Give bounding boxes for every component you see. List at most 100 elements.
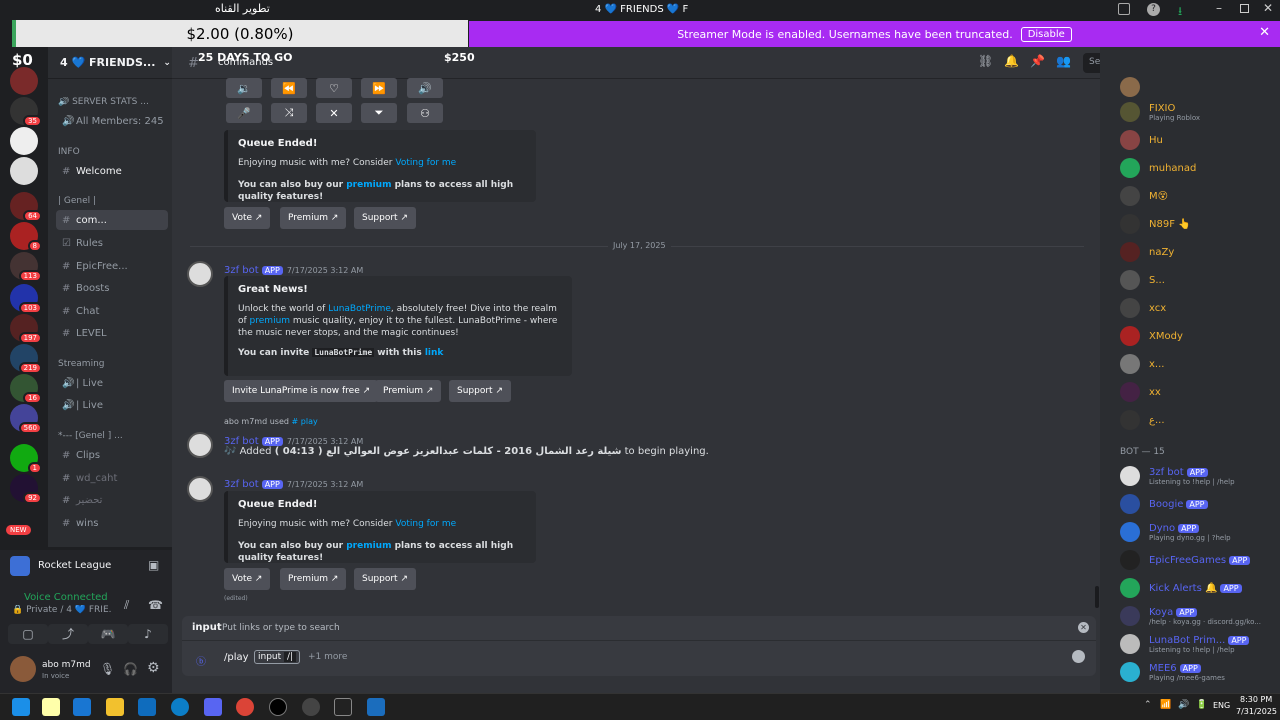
store-icon[interactable] (73, 698, 91, 716)
volume-down-button[interactable]: 🔉 (226, 78, 262, 98)
message-input[interactable]: input Put links or type to search ✕ ⓑ /p… (182, 616, 1096, 676)
support-button[interactable]: Support ↗ (354, 568, 416, 590)
vote-link[interactable]: Voting for me (395, 158, 456, 168)
shuffle-button[interactable]: ⤨ (271, 103, 307, 123)
soundboard-button[interactable]: ♪ (128, 624, 168, 644)
scrollbar[interactable] (1095, 586, 1099, 608)
bot-item[interactable]: EpicFreeGames APP (1120, 547, 1280, 573)
voice-channel-live[interactable]: 🔊 | Live (56, 373, 168, 393)
bot-item[interactable]: Kick Alerts 🔔 APP (1120, 575, 1280, 601)
member-item[interactable]: naZy (1120, 239, 1280, 265)
member-item[interactable]: xcx (1120, 295, 1280, 321)
server-icon[interactable]: 35 (10, 97, 42, 127)
reply-user[interactable]: abo m7md (224, 417, 267, 426)
channel-chat[interactable]: # Chat (56, 301, 168, 321)
member-item[interactable]: XModу (1120, 323, 1280, 349)
minimize-icon[interactable]: – (1216, 1, 1222, 15)
support-button[interactable]: Support ↗ (354, 207, 416, 229)
volume-up-button[interactable]: 🔊 (407, 78, 443, 98)
channel-commands[interactable]: # com... (56, 210, 168, 230)
activities-button[interactable]: 🎮 (88, 624, 128, 644)
command-mention[interactable]: # play (292, 417, 318, 426)
bot-item[interactable]: Koya APP/help · koya.gg · discord.gg/ko..… (1120, 603, 1280, 629)
channel-epicfree[interactable]: # EpicFree... (56, 256, 168, 276)
more-options[interactable]: +1 more (308, 652, 347, 662)
server-icon[interactable]: 16 (10, 374, 42, 404)
copilot-icon[interactable] (42, 698, 60, 716)
clock-time[interactable]: 8:30 PM (1240, 695, 1272, 704)
close-icon[interactable]: ✕ (1078, 622, 1089, 633)
server-icon[interactable]: 560 (10, 404, 42, 434)
filter-button[interactable]: ⏷ (361, 103, 397, 123)
member-item[interactable]: FIXIO Playing Roblox (1120, 99, 1280, 125)
bot-item[interactable]: Dyno APP Playing dyno.gg | ?help (1120, 519, 1280, 545)
member-item[interactable]: ع... (1120, 407, 1280, 433)
category-info[interactable]: INFO (58, 147, 162, 157)
vote-link[interactable]: Voting for me (395, 519, 456, 529)
windows-start-icon[interactable] (12, 698, 30, 716)
server-icon[interactable]: 8 (10, 222, 42, 252)
bot-item[interactable]: Boogie APP (1120, 491, 1280, 517)
channel-wins[interactable]: # wins (56, 513, 168, 533)
threads-icon[interactable]: ⛓ (978, 54, 993, 68)
channel-welcome[interactable]: # Welcome (56, 161, 168, 181)
bell-icon[interactable]: 🔔 (1004, 54, 1019, 68)
member-item[interactable]: xx (1120, 379, 1280, 405)
support-button[interactable]: Support ↗ (449, 380, 511, 402)
chrome-icon[interactable] (236, 698, 254, 716)
member-item[interactable]: muhanad (1120, 155, 1280, 181)
server-icon[interactable] (10, 157, 38, 185)
close-window-icon[interactable]: ✕ (1263, 1, 1273, 15)
channel-rules[interactable]: ☑ Rules (56, 233, 168, 253)
maximize-icon[interactable] (1240, 4, 1249, 13)
avatar[interactable] (1120, 77, 1140, 97)
close-banner-icon[interactable]: ✕ (1259, 25, 1270, 40)
invite-lunaprime-button[interactable]: Invite LunaPrime is now free ↗ (224, 380, 379, 402)
premium-button[interactable]: Premium ↗ (280, 568, 347, 590)
server-icon[interactable]: 103 (10, 284, 42, 314)
pin-icon[interactable]: 📌 (1030, 54, 1045, 68)
clock-date[interactable]: 7/31/2025 (1236, 707, 1277, 716)
activity-icon[interactable]: ▣ (148, 558, 159, 572)
premium-link[interactable]: premium (346, 180, 391, 190)
channel-wd-caht[interactable]: # wd_caht (56, 468, 168, 488)
author-name[interactable]: 3zf bot (224, 265, 259, 276)
like-button[interactable]: ♡ (316, 78, 352, 98)
avatar[interactable] (187, 261, 213, 287)
invite-link[interactable]: link (425, 348, 444, 358)
server-header[interactable]: 4 💙 FRIENDS... ⌄ (48, 47, 172, 79)
language-indicator[interactable]: ENG (1213, 701, 1230, 710)
server-icon[interactable]: 64 (10, 192, 42, 222)
discord-icon[interactable] (204, 698, 222, 716)
stop-button[interactable]: ✕ (316, 103, 352, 123)
settings-icon[interactable]: ⚙ (147, 660, 160, 676)
premium-link[interactable]: premium (346, 541, 391, 551)
wifi-icon[interactable]: 📶 (1160, 700, 1171, 710)
members-icon[interactable]: 👥 (1056, 54, 1071, 68)
bot-item[interactable]: LunaBot Prim... APP Listening to !help | /… (1120, 631, 1280, 657)
member-item[interactable]: Hu (1120, 127, 1280, 153)
avatar[interactable] (10, 656, 36, 682)
mic-icon[interactable]: 🎙 (100, 662, 115, 676)
explorer-icon[interactable] (106, 698, 124, 716)
app-icon[interactable] (367, 698, 385, 716)
server-icon[interactable] (10, 127, 38, 155)
premium-button[interactable]: Premium ↗ (280, 207, 347, 229)
noise-suppression-icon[interactable]: ⫽ (124, 598, 129, 613)
avatar[interactable] (187, 432, 213, 458)
premium-button[interactable]: Premium ↗ (375, 380, 442, 402)
member-item[interactable]: M😵 (1120, 183, 1280, 209)
disconnect-icon[interactable]: ☎ (148, 598, 163, 612)
category-server-stats[interactable]: 🔊 SERVER STATS ... (58, 97, 162, 107)
epic-games-icon[interactable] (334, 698, 352, 716)
lunabot-link[interactable]: LunaBotPrime (328, 304, 391, 314)
disable-streamer-button[interactable]: Disable (1020, 26, 1072, 42)
channel-level[interactable]: # LEVEL (56, 323, 168, 343)
battery-icon[interactable]: 🔋 (1196, 700, 1207, 710)
voice-channel[interactable]: 🔒 Private / 4 💙 FRIE... (12, 605, 112, 615)
server-icon[interactable]: 197 (10, 314, 42, 344)
category-genel[interactable]: | Genel | (58, 196, 162, 206)
emoji-icon[interactable] (1072, 650, 1085, 663)
headphones-icon[interactable]: 🎧 (123, 662, 138, 676)
server-icon[interactable]: 113 (10, 252, 42, 282)
